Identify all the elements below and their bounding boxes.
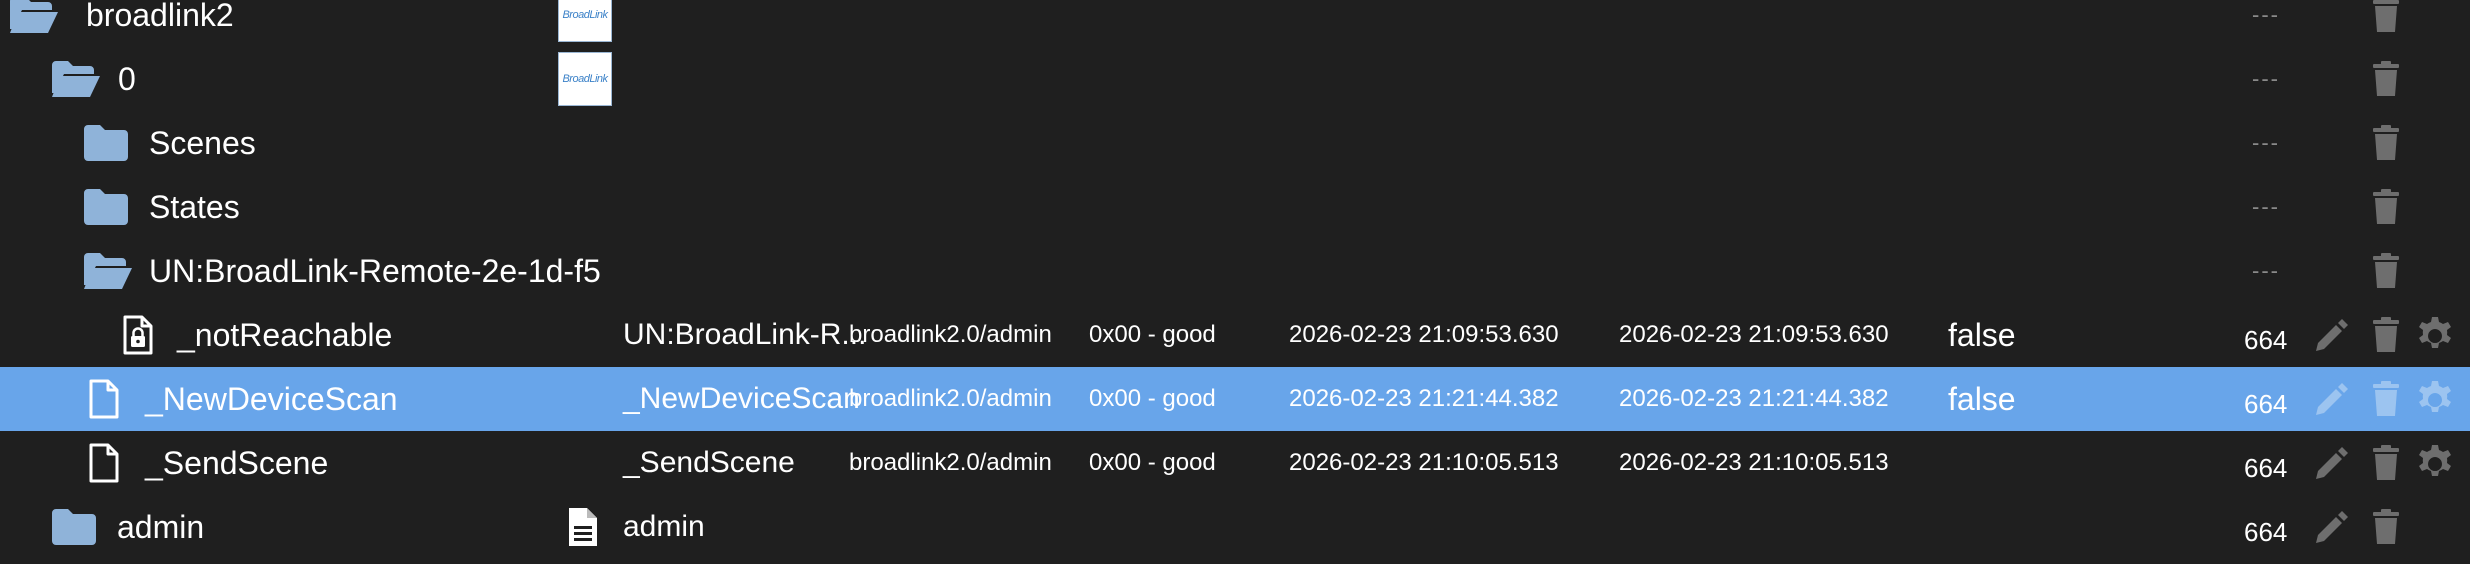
object-name: _notReachable xyxy=(177,316,393,353)
delete-button[interactable] xyxy=(2372,175,2400,239)
value-placeholder: --- xyxy=(2252,66,2280,91)
object-acl: 664 xyxy=(2244,516,2288,547)
tree-row-newdevicescan[interactable]: _NewDeviceScan _NewDeviceScan broadlink2… xyxy=(0,367,2470,431)
delete-button[interactable] xyxy=(2372,431,2400,495)
object-value[interactable]: false xyxy=(1948,303,2016,367)
delete-button[interactable] xyxy=(2372,303,2400,367)
object-role: broadlink2.0/admin xyxy=(849,385,1052,412)
object-status: 0x00 - good xyxy=(1089,385,1216,412)
object-last-change: 2026-02-23 21:21:44.382 xyxy=(1619,385,1889,412)
edit-button[interactable] xyxy=(2314,495,2350,559)
object-last-change: 2026-02-23 21:09:53.630 xyxy=(1619,321,1889,348)
delete-button[interactable] xyxy=(2372,0,2400,47)
broadlink-logo-thumbnail: BroadLink xyxy=(558,0,612,42)
file-icon xyxy=(88,367,120,431)
object-status: 0x00 - good xyxy=(1089,449,1216,476)
folder-icon[interactable] xyxy=(50,495,98,559)
value-placeholder: --- xyxy=(2252,130,2280,155)
object-name: _NewDeviceScan xyxy=(145,380,398,417)
broadlink-logo-thumbnail: BroadLink xyxy=(558,52,612,106)
edit-button[interactable] xyxy=(2314,303,2350,367)
delete-button[interactable] xyxy=(2372,111,2400,175)
object-name: admin xyxy=(117,508,205,545)
delete-button[interactable] xyxy=(2372,367,2400,431)
value-placeholder: --- xyxy=(2252,2,2280,27)
object-name: _SendScene xyxy=(145,444,329,481)
settings-gear-icon[interactable] xyxy=(2415,431,2455,495)
edit-button[interactable] xyxy=(2314,367,2350,431)
object-value[interactable]: false xyxy=(1948,367,2016,431)
delete-button[interactable] xyxy=(2372,47,2400,111)
tree-row-admin[interactable]: admin admin 664 xyxy=(0,495,2470,559)
delete-button[interactable] xyxy=(2372,495,2400,559)
value-placeholder: --- xyxy=(2252,258,2280,283)
tree-row-0[interactable]: 0 BroadLink --- xyxy=(0,47,2470,111)
file-icon xyxy=(88,431,120,495)
object-name: 0 xyxy=(118,60,136,97)
object-name: broadlink2 xyxy=(86,0,234,33)
object-timestamp: 2026-02-23 21:10:05.513 xyxy=(1289,449,1559,476)
document-icon xyxy=(567,495,599,559)
object-name: States xyxy=(149,188,240,225)
object-role: broadlink2.0/admin xyxy=(849,321,1052,348)
object-last-change: 2026-02-23 21:10:05.513 xyxy=(1619,449,1889,476)
object-name: Scenes xyxy=(149,124,256,161)
object-name: UN:BroadLink-Remote-2e-1d-f5 xyxy=(149,252,601,289)
edit-button[interactable] xyxy=(2314,431,2350,495)
tree-row-notreachable[interactable]: _notReachable UN:BroadLink-R... broadlin… xyxy=(0,303,2470,367)
settings-gear-icon[interactable] xyxy=(2415,303,2455,367)
tree-row-states[interactable]: States --- xyxy=(0,175,2470,239)
folder-icon[interactable] xyxy=(82,175,130,239)
folder-open-icon[interactable] xyxy=(50,47,102,111)
object-display-name: admin xyxy=(623,510,705,543)
tree-row-broadlink2[interactable]: broadlink2 BroadLink --- xyxy=(0,0,2470,47)
settings-gear-icon[interactable] xyxy=(2415,367,2455,431)
tree-row-scenes[interactable]: Scenes --- xyxy=(0,111,2470,175)
folder-icon[interactable] xyxy=(82,111,130,175)
object-acl: 664 xyxy=(2244,388,2288,419)
object-acl: 664 xyxy=(2244,452,2288,483)
object-acl: 664 xyxy=(2244,324,2288,355)
object-role: broadlink2.0/admin xyxy=(849,449,1052,476)
tree-row-device[interactable]: UN:BroadLink-Remote-2e-1d-f5 --- xyxy=(0,239,2470,303)
object-display-name: _SendScene xyxy=(623,446,795,479)
object-display-name: UN:BroadLink-R... xyxy=(623,318,867,351)
value-placeholder: --- xyxy=(2252,194,2280,219)
object-timestamp: 2026-02-23 21:21:44.382 xyxy=(1289,385,1559,412)
folder-open-icon[interactable] xyxy=(82,239,134,303)
object-status: 0x00 - good xyxy=(1089,321,1216,348)
delete-button[interactable] xyxy=(2372,239,2400,303)
object-display-name: _NewDeviceScan xyxy=(623,382,860,415)
tree-row-sendscene[interactable]: _SendScene _SendScene broadlink2.0/admin… xyxy=(0,431,2470,495)
object-timestamp: 2026-02-23 21:09:53.630 xyxy=(1289,321,1559,348)
file-lock-icon xyxy=(122,303,154,367)
folder-open-icon[interactable] xyxy=(8,0,60,47)
